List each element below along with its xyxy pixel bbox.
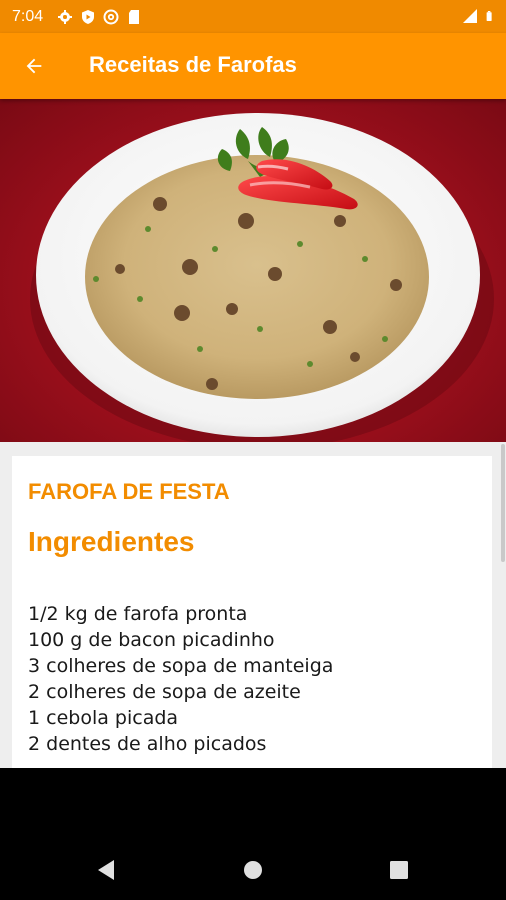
shield-icon	[82, 9, 95, 24]
ingredient-item: 3 colheres de sopa de manteiga	[28, 655, 334, 677]
battery-icon	[486, 11, 492, 21]
gear-icon	[58, 9, 73, 24]
status-icons-left	[57, 9, 142, 25]
status-time: 7:04	[12, 7, 44, 25]
ingredients-heading: Ingredientes	[28, 526, 195, 557]
home-circle-icon[interactable]	[243, 860, 263, 880]
status-icons-right	[462, 8, 496, 24]
ingredient-item: 100 g de bacon picadinho	[28, 629, 275, 651]
ingredients-list: 1/2 kg de farofa pronta 100 g de bacon p…	[28, 601, 333, 757]
system-nav-bar	[0, 768, 506, 900]
recipe-title: FAROFA DE FESTA	[28, 479, 230, 504]
at-icon	[103, 9, 119, 24]
sd-card-icon	[129, 9, 140, 24]
farofa-dish-illustration	[30, 113, 494, 442]
status-bar: 7:04	[0, 0, 506, 33]
recipe-card: FAROFA DE FESTA Ingredientes 1/2 kg de f…	[12, 456, 492, 768]
ingredient-item: 1/2 kg de farofa pronta	[28, 603, 248, 625]
back-button[interactable]	[18, 50, 50, 82]
recipe-image	[0, 99, 506, 442]
scrollbar[interactable]	[501, 444, 505, 562]
app-bar: Receitas de Farofas	[0, 33, 506, 99]
ingredient-item: 1 cebola picada	[28, 707, 179, 729]
signal-icon	[463, 9, 477, 23]
back-triangle-icon[interactable]	[96, 859, 116, 881]
recipe-content[interactable]: FAROFA DE FESTA Ingredientes 1/2 kg de f…	[0, 99, 506, 768]
ingredient-item: 2 colheres de sopa de azeite	[28, 681, 301, 703]
recents-square-icon[interactable]	[390, 861, 408, 879]
arrow-back-icon	[26, 58, 42, 74]
app-title: Receitas de Farofas	[89, 52, 297, 77]
ingredient-item: 2 dentes de alho picados	[28, 733, 267, 755]
